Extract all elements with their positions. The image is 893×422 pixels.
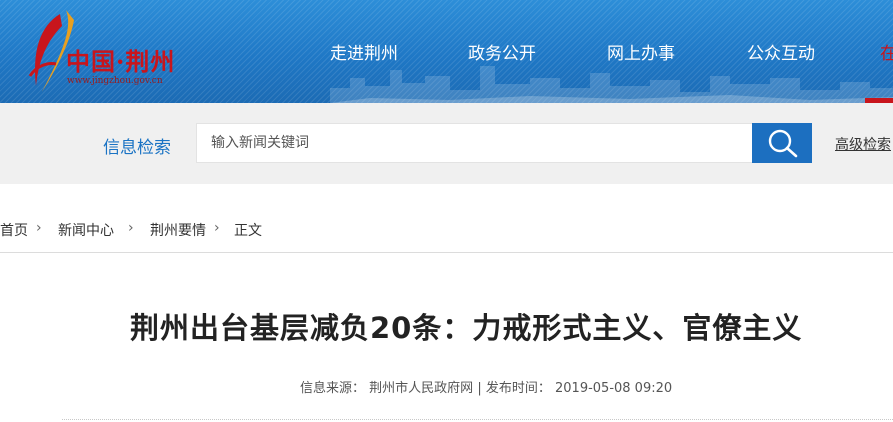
logo-url: www.jingzhou.gov.cn — [67, 76, 163, 86]
nav-item-online-services[interactable]: 网上办事 — [607, 39, 675, 64]
meta-divider: | — [477, 381, 482, 396]
main-nav: 走进荆州 政务公开 网上办事 公众互动 — [0, 39, 893, 64]
breadcrumb-chevron-icon: › — [128, 220, 134, 236]
header-banner: 中国·荆州 www.jingzhou.gov.cn 走进荆州 政务公开 网上办事… — [0, 0, 893, 103]
search-bar: 信息检索 高级检索 — [0, 103, 893, 184]
nav-item-gov-affairs[interactable]: 政务公开 — [468, 39, 536, 64]
article-divider — [62, 419, 893, 420]
search-label: 信息检索 — [103, 138, 171, 158]
article-meta: 信息来源： 荆州市人民政府网 | 发布时间： 2019-05-08 09:20 — [300, 377, 672, 396]
source-value: 荆州市人民政府网 — [369, 381, 474, 396]
breadcrumb-jingzhou-news[interactable]: 荆州要情 — [150, 220, 206, 240]
publish-time-value: 2019-05-08 09:20 — [555, 381, 673, 396]
nav-item-overflow[interactable]: 在 — [880, 39, 893, 64]
search-input[interactable] — [196, 123, 753, 163]
nav-item-interaction[interactable]: 公众互动 — [747, 39, 815, 64]
article-title: 荆州出台基层减负20条：力戒形式主义、官僚主义 — [130, 311, 803, 345]
search-button[interactable] — [752, 123, 812, 163]
breadcrumb-current: 正文 — [234, 223, 262, 239]
breadcrumb-home[interactable]: 首页 — [0, 220, 28, 240]
publish-time-label: 发布时间： — [485, 381, 551, 396]
advanced-search-link[interactable]: 高级检索 — [835, 134, 891, 154]
source-label: 信息来源： — [300, 381, 366, 396]
breadcrumb-chevron-icon: › — [214, 220, 220, 236]
nav-item-about[interactable]: 走进荆州 — [330, 39, 398, 64]
breadcrumb-chevron-icon: › — [36, 220, 42, 236]
search-icon — [768, 129, 798, 158]
breadcrumb-news-center[interactable]: 新闻中心 — [58, 220, 114, 240]
breadcrumb-divider — [0, 252, 893, 253]
